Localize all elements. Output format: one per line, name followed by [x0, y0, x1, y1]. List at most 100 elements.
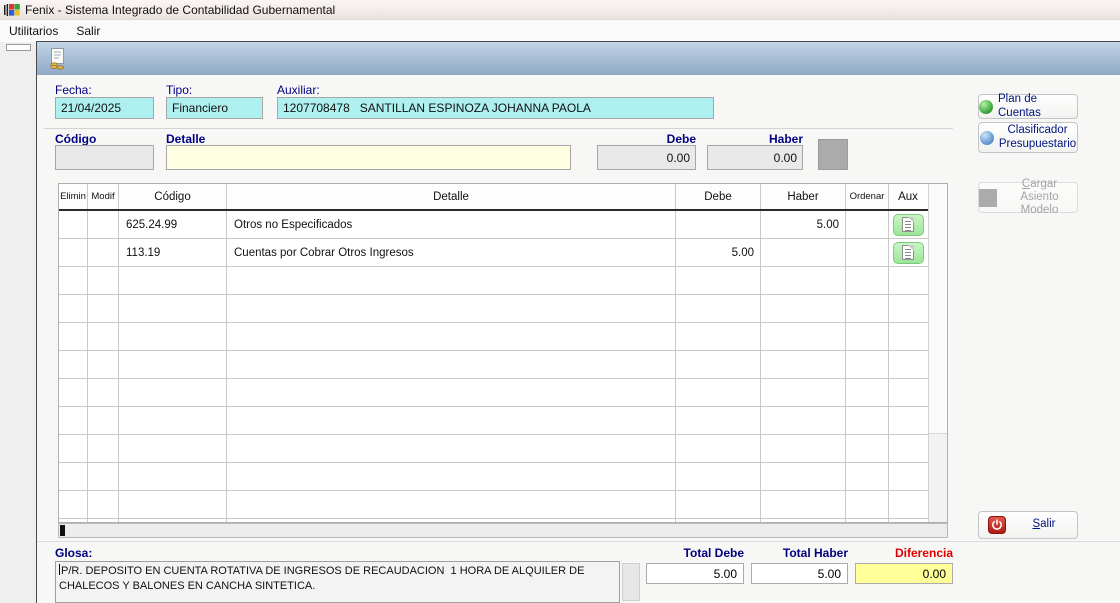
cell-modif [88, 267, 119, 294]
cell-elimin [59, 379, 88, 406]
cell-haber [761, 491, 846, 518]
cell-modif [88, 463, 119, 490]
fecha-field[interactable] [55, 97, 154, 119]
table-row[interactable]: 113.19Cuentas por Cobrar Otros Ingresos5… [59, 239, 928, 267]
cell-ordenar [846, 239, 889, 266]
vertical-scrollbar-thumb[interactable] [929, 184, 947, 434]
cell-aux [889, 435, 927, 462]
table-horizontal-scrollbar[interactable] [58, 523, 948, 538]
cell-ordenar [846, 351, 889, 378]
cell-codigo [119, 379, 227, 406]
table-row[interactable] [59, 351, 928, 379]
codigo-input[interactable] [55, 145, 154, 170]
cell-haber [761, 379, 846, 406]
table-row[interactable] [59, 323, 928, 351]
cell-modif [88, 211, 119, 238]
diferencia-field[interactable] [855, 563, 953, 584]
cell-haber [761, 239, 846, 266]
auxiliar-label: Auxiliar: [277, 83, 320, 97]
cell-haber [761, 295, 846, 322]
cell-detalle [227, 435, 676, 462]
debe-input[interactable] [597, 145, 696, 170]
cell-ordenar [846, 491, 889, 518]
cell-codigo [119, 295, 227, 322]
table-row[interactable]: 625.24.99Otros no Especificados5.00 [59, 211, 928, 239]
add-entry-button[interactable] [818, 139, 848, 170]
cell-debe [676, 407, 761, 434]
glosa-textarea[interactable]: P/R. DEPOSITO EN CUENTA ROTATIVA DE INGR… [55, 561, 620, 603]
table-row[interactable] [59, 435, 928, 463]
horizontal-scrollbar-thumb[interactable] [60, 525, 65, 536]
table-row[interactable] [59, 407, 928, 435]
plan-de-cuentas-button[interactable]: Plan de Cuentas [978, 94, 1078, 119]
cell-detalle [227, 323, 676, 350]
power-icon [988, 516, 1006, 534]
header-modif[interactable]: Modif [88, 184, 119, 209]
cell-ordenar [846, 295, 889, 322]
cell-debe [676, 491, 761, 518]
header-haber[interactable]: Haber [761, 184, 846, 209]
table-row[interactable] [59, 267, 928, 295]
glosa-text: P/R. DEPOSITO EN CUENTA ROTATIVA DE INGR… [59, 565, 588, 592]
cargar-asiento-modelo-button[interactable]: Cargar Asiento Modelo [978, 182, 1078, 213]
window-title: Fenix - Sistema Integrado de Contabilida… [25, 3, 335, 17]
cell-detalle [227, 407, 676, 434]
table-header-row: Elimin Modif Código Detalle Debe Haber O… [59, 184, 928, 211]
footer-divider [37, 541, 1120, 542]
cell-debe [676, 463, 761, 490]
table-vertical-scrollbar[interactable] [928, 184, 947, 522]
cell-modif [88, 351, 119, 378]
cell-elimin [59, 267, 88, 294]
text-caret [59, 564, 60, 575]
aux-detail-button[interactable] [893, 242, 924, 264]
clasificador-presupuestario-button[interactable]: Clasificador Presupuestario [978, 122, 1078, 153]
cell-ordenar [846, 407, 889, 434]
cell-ordenar [846, 323, 889, 350]
diferencia-label: Diferencia [855, 546, 953, 560]
cell-aux [889, 463, 927, 490]
total-haber-field[interactable] [751, 563, 848, 584]
cell-haber [761, 519, 846, 522]
glosa-scrollbar [622, 563, 640, 601]
haber-input[interactable] [707, 145, 803, 170]
salir-button[interactable]: Salir [978, 511, 1078, 539]
detalle-input[interactable] [166, 145, 571, 170]
menu-salir[interactable]: Salir [67, 21, 109, 41]
header-codigo[interactable]: Código [119, 184, 227, 209]
menu-utilitarios[interactable]: Utilitarios [0, 21, 67, 41]
table-row[interactable] [59, 463, 928, 491]
cell-modif [88, 239, 119, 266]
new-entry-document-coins-icon[interactable] [46, 47, 68, 71]
cell-ordenar [846, 463, 889, 490]
cell-elimin [59, 435, 88, 462]
cell-haber [761, 463, 846, 490]
header-debe[interactable]: Debe [676, 184, 761, 209]
cell-codigo [119, 351, 227, 378]
cell-detalle [227, 491, 676, 518]
windows-flag-icon [4, 3, 20, 17]
header-aux[interactable]: Aux [889, 184, 927, 209]
total-debe-field[interactable] [646, 563, 744, 584]
aux-detail-button[interactable] [893, 214, 924, 236]
detalle-label: Detalle [166, 132, 205, 146]
auxiliar-field[interactable] [277, 97, 714, 119]
table-row[interactable] [59, 519, 928, 522]
tipo-field[interactable] [166, 97, 263, 119]
cell-elimin [59, 491, 88, 518]
cell-codigo [119, 519, 227, 522]
cell-aux [889, 295, 927, 322]
toolbar [37, 42, 1120, 75]
header-ordenar[interactable]: Ordenar [846, 184, 889, 209]
cell-ordenar [846, 211, 889, 238]
table-row[interactable] [59, 295, 928, 323]
header-detalle[interactable]: Detalle [227, 184, 676, 209]
mdi-left-strip [0, 42, 36, 603]
minimized-window-fragment[interactable] [6, 44, 31, 51]
separator-line [44, 128, 953, 129]
cell-haber: 5.00 [761, 211, 846, 238]
table-row[interactable] [59, 379, 928, 407]
cargar-accel: C [1022, 178, 1030, 190]
green-orb-icon [979, 100, 993, 114]
table-row[interactable] [59, 491, 928, 519]
header-elimin[interactable]: Elimin [59, 184, 88, 209]
